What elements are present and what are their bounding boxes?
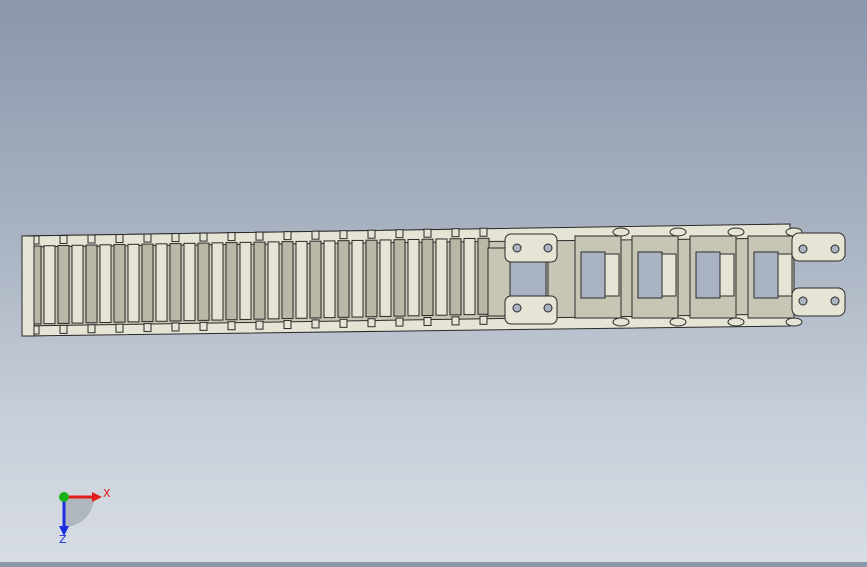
mount-bracket-window (509, 261, 547, 299)
chain-pin-bottom (612, 317, 630, 327)
chain-pin-bottom (669, 317, 687, 327)
chain-link-bottom-tab (199, 321, 208, 331)
chain-link-crossbar (295, 240, 308, 319)
chain-link-window (753, 251, 779, 299)
chain-link-top-tab (87, 234, 96, 244)
chain-link-crossbar (183, 242, 196, 322)
chain-link-bottom-tab (59, 324, 68, 334)
chain-link-crossbar (351, 239, 364, 318)
chain-link-crossbar (211, 242, 224, 321)
chain-link-crossbar (43, 245, 56, 325)
chain-link-crossbar (309, 240, 322, 319)
chain-link-top-tab (255, 231, 264, 241)
chain-link-bottom-tab (255, 320, 264, 330)
chain-pin-bottom (727, 317, 745, 327)
chain-link-crossbar (281, 241, 294, 320)
chain-link-crossbar (407, 238, 420, 317)
bolt-hole-icon (830, 296, 840, 306)
chain-link-crossbar (604, 253, 620, 297)
chain-link-crossbar (421, 238, 434, 317)
chain-link-bottom-tab (479, 315, 488, 325)
chain-pin-bottom (785, 317, 803, 327)
chain-link-crossbar (435, 238, 448, 316)
chain-link-crossbar (323, 240, 336, 319)
chain-link-crossbar (365, 239, 378, 318)
chain-link-top-tab (227, 232, 236, 242)
bolt-hole-icon (543, 303, 553, 313)
chain-link-crossbar (253, 241, 266, 320)
bolt-hole-icon (830, 244, 840, 254)
chain-link-crossbar (661, 253, 677, 297)
chain-link-bottom-tab (171, 322, 180, 332)
chain-link-crossbar (169, 243, 182, 322)
drag-chain-assembly[interactable] (21, 223, 846, 337)
chain-link-crossbar (393, 239, 406, 317)
bolt-hole-icon (512, 243, 522, 253)
chain-link-crossbar (225, 242, 238, 321)
chain-link-bottom-tab (143, 323, 152, 333)
chain-pin-top (612, 227, 630, 237)
x-axis-label: X (103, 487, 111, 500)
chain-link-top-tab (339, 230, 348, 240)
y-axis-origin-icon (59, 492, 69, 502)
chain-link-crossbar (113, 244, 126, 323)
coordinate-triad-icon: X Z (59, 487, 111, 546)
chain-link-crossbar (99, 244, 112, 323)
chain-link-top-tab (143, 233, 152, 243)
bolt-hole-icon (512, 303, 522, 313)
chain-link-crossbar (463, 237, 476, 316)
z-axis-label: Z (59, 533, 67, 546)
chain-link-bottom-tab (367, 318, 376, 328)
chain-link-crossbar (239, 241, 252, 320)
chain-link-crossbar (57, 245, 70, 324)
chain-link-bottom-tab (227, 321, 236, 331)
chain-link-crossbar (155, 243, 168, 322)
chain-pin-top (727, 227, 745, 237)
chain-link-crossbar (267, 241, 280, 320)
chain-link-crossbar (141, 243, 154, 323)
end-cap-left (21, 235, 35, 337)
chain-link-bottom-tab (87, 324, 96, 334)
chain-link-top-tab (451, 228, 460, 238)
chain-link-crossbar (777, 253, 793, 297)
bolt-hole-icon (543, 243, 553, 253)
chain-pin-top (669, 227, 687, 237)
chain-link-top-tab (199, 232, 208, 242)
cad-viewport[interactable]: X Z (0, 0, 867, 562)
chain-link-top-tab (283, 231, 292, 241)
chain-link-crossbar (337, 240, 350, 318)
chain-link-window (695, 251, 721, 299)
drag-chain-model[interactable]: X Z (0, 0, 867, 562)
chain-link-crossbar (719, 253, 735, 297)
chain-link-crossbar (71, 244, 84, 324)
bolt-hole-icon (798, 244, 808, 254)
chain-link-top-tab (423, 228, 432, 238)
chain-link-window (580, 251, 606, 299)
bolt-hole-icon (798, 296, 808, 306)
chain-link-top-tab (311, 230, 320, 240)
chain-link-crossbar (197, 242, 210, 321)
x-axis-arrow-icon (92, 492, 102, 502)
chain-link-crossbar (85, 244, 98, 324)
chain-link-crossbar (477, 237, 490, 315)
chain-link-bottom-tab (115, 323, 124, 333)
chain-link-top-tab (171, 233, 180, 243)
chain-link-crossbar (127, 243, 140, 323)
chain-link-crossbar (379, 239, 392, 317)
chain-link-bottom-tab (395, 317, 404, 327)
chain-link-top-tab (367, 229, 376, 239)
chain-link-top-tab (115, 234, 124, 244)
chain-link-bottom-tab (339, 318, 348, 328)
chain-link-bottom-tab (451, 316, 460, 326)
chain-link-top-tab (59, 235, 68, 245)
chain-link-top-tab (479, 227, 488, 237)
chain-link-window (637, 251, 663, 299)
chain-link-bottom-tab (311, 319, 320, 329)
chain-link-bottom-tab (283, 320, 292, 330)
chain-link-top-tab (395, 229, 404, 239)
chain-link-crossbar (449, 238, 462, 316)
chain-link-bottom-tab (423, 317, 432, 327)
